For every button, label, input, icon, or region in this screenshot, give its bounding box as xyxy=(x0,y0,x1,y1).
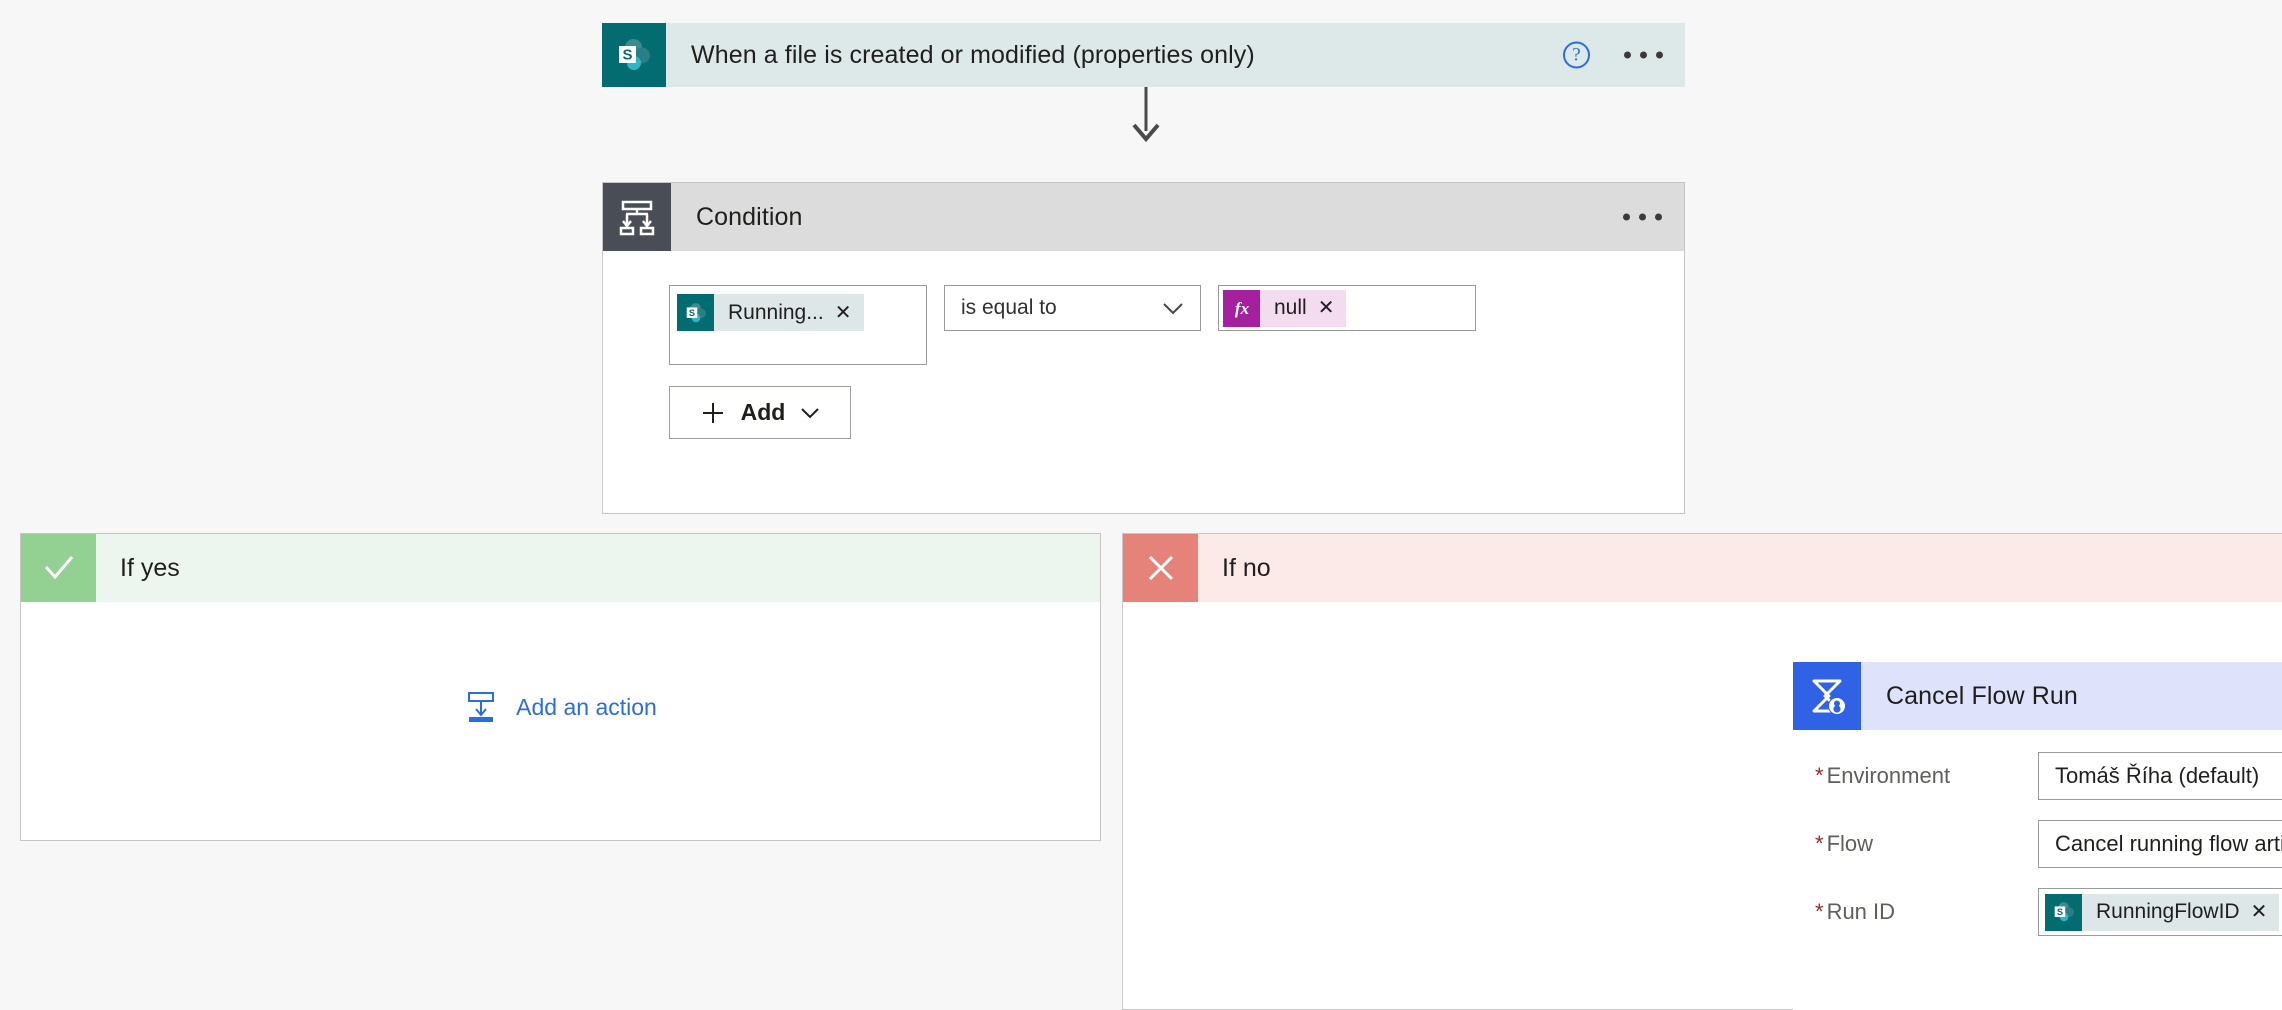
add-an-action-label: Add an action xyxy=(516,693,657,720)
condition-right-token-label: null xyxy=(1274,296,1307,319)
add-action-icon xyxy=(468,692,495,722)
condition-right-token[interactable]: fx null ✕ xyxy=(1223,289,1347,327)
condition-left-field[interactable]: S Running... ✕ xyxy=(669,285,927,365)
chevron-down-icon xyxy=(1163,302,1183,314)
sharepoint-icon: S xyxy=(677,294,714,331)
add-condition-button[interactable]: Add xyxy=(669,386,851,439)
if-no-header: If no xyxy=(1123,534,2282,602)
flow-row: *Flow Cancel running flow article xyxy=(1793,820,2282,868)
environment-dropdown[interactable]: Tomáš Říha (default) xyxy=(2038,752,2282,800)
sharepoint-icon: S xyxy=(602,23,666,87)
more-options-icon[interactable] xyxy=(1624,51,1663,59)
cancel-flow-run-form: * Environment Tomáš Říha (default) * Flow xyxy=(1793,730,2282,936)
required-asterisk: * xyxy=(1815,899,1824,924)
flow-dropdown[interactable]: Cancel running flow article xyxy=(2038,820,2282,868)
condition-operator-dropdown[interactable]: is equal to xyxy=(944,285,1201,331)
run-id-row: * Run ID S RunningFlowID ✕ xyxy=(1793,888,2282,936)
if-no-title: If no xyxy=(1222,553,1271,582)
if-yes-title: If yes xyxy=(120,553,180,582)
cancel-flow-run-card[interactable]: Cancel Flow Run ? *Environment Tomáš Říh… xyxy=(1793,662,2282,1010)
condition-operator-value: is equal to xyxy=(961,296,1057,319)
fx-icon: fx xyxy=(1223,289,1260,327)
condition-header-actions xyxy=(1623,213,1662,221)
condition-title: Condition xyxy=(696,202,803,231)
flow-designer-canvas: S When a file is created or modified (pr… xyxy=(0,0,2282,1010)
if-no-branch: If no Cancel Flow Run ? xyxy=(1122,533,2282,1010)
condition-body: S Running... ✕ is equal to fx null ✕ Add xyxy=(603,251,1684,439)
more-options-icon[interactable] xyxy=(1623,213,1662,221)
close-x-icon xyxy=(1123,534,1198,602)
trigger-card-header[interactable]: S When a file is created or modified (pr… xyxy=(602,23,1685,87)
environment-row: * Environment Tomáš Říha (default) xyxy=(1793,752,2282,800)
environment-label: * Environment xyxy=(1815,763,1951,788)
svg-text:S: S xyxy=(622,47,632,64)
trigger-card[interactable]: S When a file is created or modified (pr… xyxy=(602,23,1685,87)
add-an-action-button[interactable]: Add an action xyxy=(21,690,1100,724)
condition-card[interactable]: Condition S Running... ✕ is equal to fx … xyxy=(602,182,1685,514)
chevron-down-icon xyxy=(801,407,820,418)
required-asterisk: * xyxy=(1815,831,1824,856)
add-condition-label: Add xyxy=(740,399,786,425)
close-icon[interactable]: ✕ xyxy=(835,303,864,323)
run-id-input[interactable]: S RunningFlowID ✕ xyxy=(2038,888,2282,936)
sharepoint-icon: S xyxy=(2045,893,2082,931)
power-automate-icon xyxy=(1793,662,1861,730)
svg-text:S: S xyxy=(688,307,694,317)
svg-text:fx: fx xyxy=(1234,299,1249,318)
cancel-flow-run-title: Cancel Flow Run xyxy=(1886,681,2078,710)
flow-label: * Flow xyxy=(1815,831,1874,856)
run-id-label: * Run ID xyxy=(1815,899,1896,924)
run-id-token[interactable]: S RunningFlowID ✕ xyxy=(2045,893,2280,931)
cancel-flow-run-header[interactable]: Cancel Flow Run ? xyxy=(1793,662,2282,730)
if-yes-header: If yes xyxy=(21,534,1100,602)
trigger-title: When a file is created or modified (prop… xyxy=(691,40,1255,69)
close-icon[interactable]: ✕ xyxy=(1318,298,1347,318)
close-icon[interactable]: ✕ xyxy=(2251,902,2280,922)
plus-icon xyxy=(702,402,723,423)
svg-text:S: S xyxy=(2056,907,2062,917)
environment-value: Tomáš Říha (default) xyxy=(2055,763,2260,788)
condition-right-field[interactable]: fx null ✕ xyxy=(1218,285,1476,331)
connector-arrow xyxy=(1128,87,1164,143)
if-yes-branch: If yes Add an action xyxy=(20,533,1101,841)
condition-icon xyxy=(603,183,671,251)
checkmark-icon xyxy=(21,534,96,602)
condition-left-token[interactable]: S Running... ✕ xyxy=(677,294,864,331)
run-id-token-label: RunningFlowID xyxy=(2096,900,2240,923)
flow-value: Cancel running flow article xyxy=(2055,831,2282,856)
trigger-header-actions: ? xyxy=(1563,41,1663,69)
condition-left-token-label: Running... xyxy=(728,300,824,324)
condition-card-header[interactable]: Condition xyxy=(603,183,1684,251)
required-asterisk: * xyxy=(1815,763,1824,788)
condition-row: S Running... ✕ is equal to fx null ✕ xyxy=(669,285,1684,365)
help-icon[interactable]: ? xyxy=(1563,41,1590,69)
